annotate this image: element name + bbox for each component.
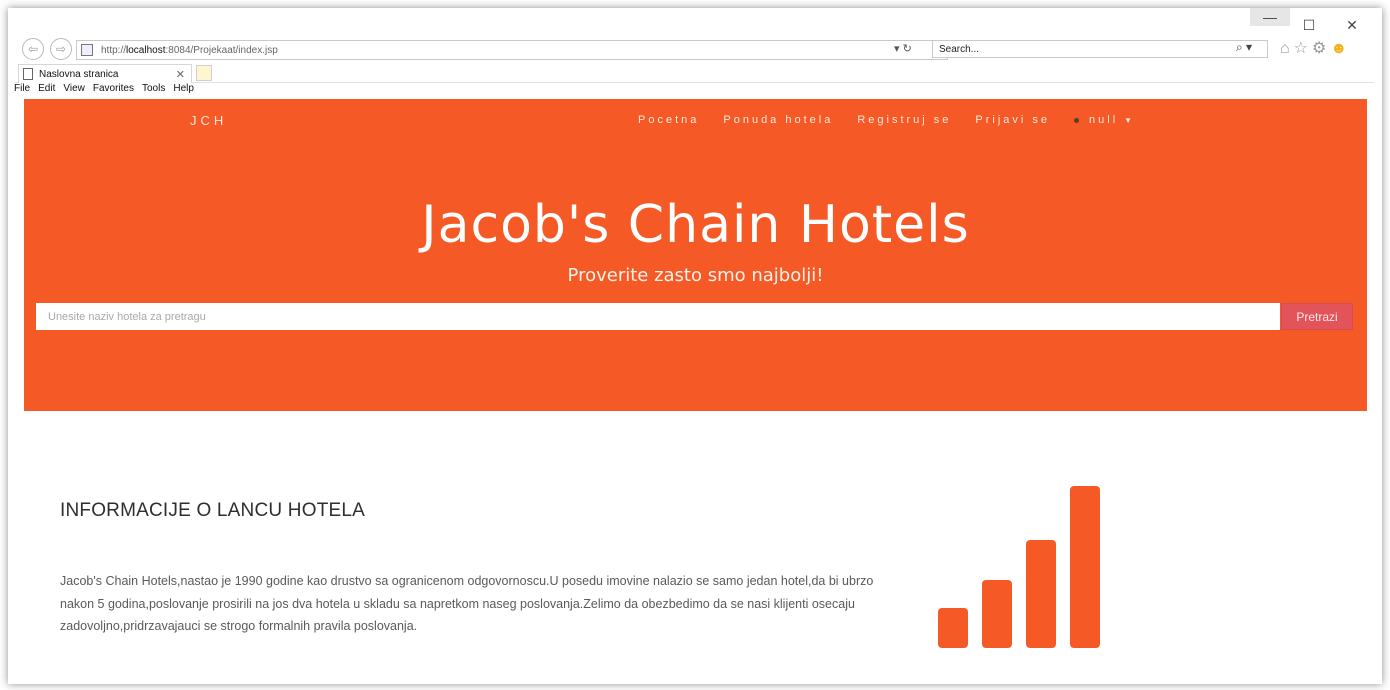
page-title: Jacob's Chain Hotels [421, 195, 970, 255]
browser-search-input[interactable]: Search... [932, 40, 1268, 58]
bar-3 [1026, 540, 1056, 648]
back-button[interactable]: ⇦ [22, 38, 44, 60]
tab-naslovna[interactable]: Naslovna stranica ✕ [18, 64, 192, 83]
maximize-button[interactable]: ☐ [1297, 14, 1321, 36]
hotel-search-input[interactable] [36, 303, 1280, 330]
url-prefix: http:// [101, 44, 127, 56]
caret-down-icon: ▼ [1124, 115, 1133, 125]
bar-2 [982, 580, 1012, 648]
menu-tools[interactable]: Tools [142, 83, 165, 99]
back-arrow-icon: ⇦ [27, 42, 39, 56]
home-icon[interactable]: ⌂ [1280, 40, 1294, 57]
url-path: :8084/Projekaat/index.jsp [165, 44, 278, 56]
signal-bars-icon [936, 482, 1106, 648]
address-tools: ▾ ↻ [894, 42, 912, 55]
dropdown-arrow-icon[interactable]: ▾ [894, 43, 900, 55]
user-dropdown[interactable]: null ▼ [1074, 114, 1132, 126]
forward-arrow-icon: ⇨ [55, 42, 67, 56]
nav-prijavi-se[interactable]: Prijavi se [975, 114, 1050, 126]
search-icon[interactable]: ⌕ ▾ [1236, 40, 1252, 55]
info-heading: INFORMACIJE O LANCU HOTELA [60, 500, 366, 521]
user-label: null [1089, 114, 1119, 126]
menu-edit[interactable]: Edit [38, 83, 55, 99]
browser-toolbar-icons: ⌂☆⚙☻ [1280, 38, 1351, 58]
menu-bar: File Edit View Favorites Tools Help [14, 83, 194, 99]
address-bar-row: ⇦ ⇨ http://localhost:8084/Projekaat/inde… [18, 38, 1374, 62]
brand-logo[interactable]: JCH [190, 113, 227, 128]
url-host: localhost [126, 44, 166, 56]
page-subtitle: Proverite zasto smo najbolji! [567, 265, 824, 286]
feedback-smiley-icon[interactable]: ☻ [1330, 40, 1351, 57]
tab-strip: Naslovna stranica ✕ [14, 62, 1374, 83]
new-tab-button[interactable] [196, 65, 212, 81]
close-tab-icon[interactable]: ✕ [176, 68, 185, 81]
nav-ponuda-hotela[interactable]: Ponuda hotela [723, 114, 833, 126]
main-nav: Pocetna Ponuda hotela Registruj se Prija… [638, 114, 1132, 126]
search-button[interactable]: Pretrazi [1281, 303, 1353, 330]
nav-registruj-se[interactable]: Registruj se [857, 114, 951, 126]
nav-pocetna[interactable]: Pocetna [638, 114, 699, 126]
page-icon [23, 68, 33, 80]
refresh-icon[interactable]: ↻ [903, 43, 912, 55]
menu-favorites[interactable]: Favorites [93, 83, 134, 99]
hero-section: JCH Pocetna Ponuda hotela Registruj se P… [24, 99, 1367, 411]
menu-view[interactable]: View [63, 83, 85, 99]
forward-button[interactable]: ⇨ [50, 38, 72, 60]
bar-4 [1070, 486, 1100, 648]
user-icon [1074, 117, 1080, 123]
info-paragraph: Jacob's Chain Hotels,nastao je 1990 godi… [60, 574, 874, 633]
favorites-star-icon[interactable]: ☆ [1294, 40, 1312, 57]
tab-title: Naslovna stranica [39, 68, 119, 80]
menu-file[interactable]: File [14, 83, 30, 99]
close-window-button[interactable]: ✕ [1340, 14, 1364, 36]
gear-icon[interactable]: ⚙ [1312, 40, 1330, 57]
bar-1 [938, 608, 968, 648]
page-icon [81, 44, 93, 56]
address-input[interactable]: http://localhost:8084/Projekaat/index.js… [76, 40, 948, 60]
minimize-button[interactable]: — [1250, 8, 1290, 26]
menu-help[interactable]: Help [173, 83, 194, 99]
